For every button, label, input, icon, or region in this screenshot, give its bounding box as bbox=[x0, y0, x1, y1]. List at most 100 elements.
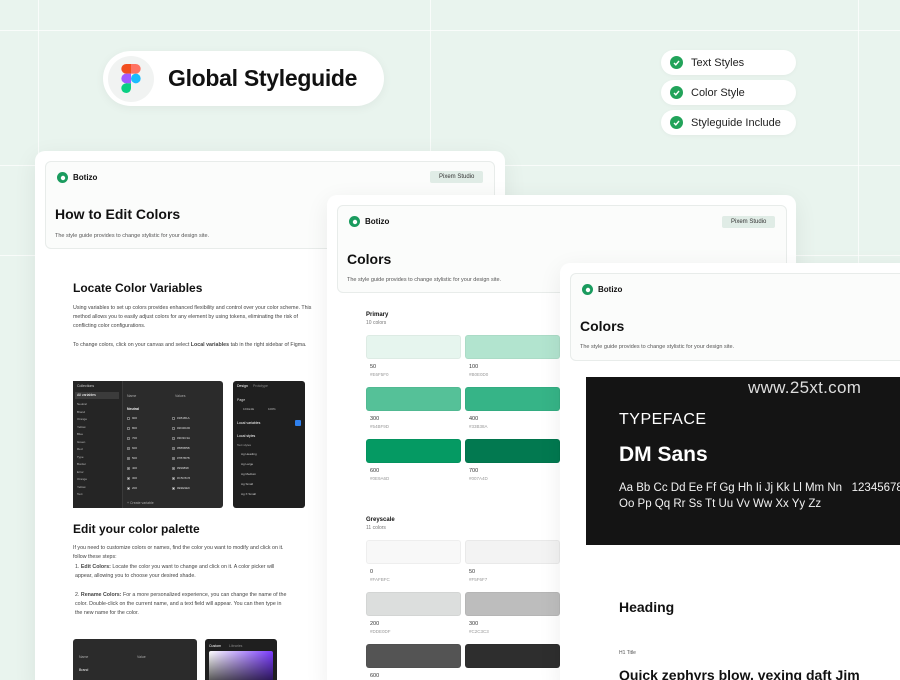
watermark: www.25xt.com bbox=[748, 378, 862, 397]
text-style-item: Ag Small bbox=[241, 482, 254, 486]
variable-row: 200 #E9E9E9 bbox=[127, 486, 217, 490]
brand-logo-icon bbox=[57, 172, 68, 183]
paragraph-locate: Using variables to set up colors provide… bbox=[73, 305, 312, 329]
color-swatch[interactable] bbox=[366, 439, 461, 463]
swatch-hex: #007A4D bbox=[469, 476, 488, 481]
brand-logo-icon bbox=[349, 216, 360, 227]
swatch-label: 700 bbox=[469, 468, 479, 474]
greyscale-count: 11 colors bbox=[366, 525, 386, 531]
color-swatch[interactable] bbox=[366, 592, 461, 616]
feature-label: Styleguide Include bbox=[691, 116, 781, 129]
swatch-label: 600 bbox=[370, 468, 380, 474]
swatch-label: 600 bbox=[370, 673, 380, 679]
feature-badge-styleguide-include: Styleguide Include bbox=[661, 110, 796, 135]
variables-collection-item: Orange bbox=[77, 417, 88, 421]
swatch-label: 400 bbox=[469, 416, 479, 422]
variables-collection-item: Text bbox=[77, 492, 83, 496]
brand-name: Botizo bbox=[73, 173, 98, 182]
section-title-edit-palette: Edit your color palette bbox=[73, 522, 200, 536]
swatch-label: 200 bbox=[370, 621, 380, 627]
card-subtitle: The style guide provides to change styli… bbox=[55, 233, 210, 239]
variable-row: 700 #3D3C3A bbox=[127, 436, 217, 440]
text-style-item: Ag X Small bbox=[241, 492, 256, 496]
variable-row: 300 #C5C5C5 bbox=[127, 476, 217, 480]
swatch-hex: #FAFBFC bbox=[370, 577, 390, 582]
swatch-label: 100 bbox=[469, 364, 479, 370]
swatch-hex: #F5F6F7 bbox=[469, 577, 488, 582]
primary-label: Primary bbox=[366, 312, 389, 318]
page-title: Global Styleguide bbox=[168, 65, 358, 91]
brand: Botizo bbox=[57, 172, 97, 183]
color-picker-screenshot: Custom Libraries bbox=[205, 639, 277, 680]
glyph-line-1: Aa Bb Cc Dd Ee Ff Gg Hh Ii Jj Kk Ll Mm N… bbox=[619, 482, 900, 494]
color-swatch[interactable] bbox=[465, 540, 560, 564]
paragraph-local-variables: To change colors, click on your canvas a… bbox=[73, 342, 307, 348]
sample-heading: Quick zephyrs blow, vexing daft Jim bbox=[619, 667, 860, 680]
brand: Botizo bbox=[582, 284, 622, 295]
color-swatch[interactable] bbox=[465, 644, 560, 668]
variables-screenshot: Collections All variables Neutral Brand Or… bbox=[73, 381, 223, 508]
color-swatch[interactable] bbox=[465, 592, 560, 616]
brand: Botizo bbox=[349, 216, 389, 227]
color-swatch[interactable] bbox=[366, 644, 461, 668]
swatch-label: 300 bbox=[469, 621, 479, 627]
h1-title-label: H1 Title bbox=[619, 650, 636, 656]
text-style-item: Ag Medium bbox=[241, 472, 257, 476]
feature-label: Color Style bbox=[691, 86, 745, 99]
brand-logo-icon bbox=[582, 284, 593, 295]
swatch-hex: #54BF9D bbox=[370, 424, 390, 429]
variable-row: 500 #7B7B7B bbox=[127, 456, 217, 460]
variables-collection-item: Border bbox=[77, 462, 87, 466]
paragraph-edit-intro: If you need to customize colors or names… bbox=[73, 545, 284, 560]
figma-logo-icon bbox=[108, 55, 154, 102]
feature-badge-color-style: Color Style bbox=[661, 80, 796, 105]
primary-count: 10 colors bbox=[366, 320, 387, 326]
color-swatch[interactable] bbox=[465, 439, 560, 463]
step-edit-colors: 1. Edit Colors: Locate the color you wan… bbox=[75, 564, 275, 579]
heading-label: Heading bbox=[619, 599, 675, 615]
swatch-label: 50 bbox=[370, 364, 377, 370]
variables-collection-item: Neutral bbox=[77, 402, 87, 406]
title-pill: Global Styleguide bbox=[103, 51, 384, 106]
swatch-hex: #B0E0D0 bbox=[469, 372, 489, 377]
typeface-panel: TYPEFACE DM Sans Aa Bb Cc Dd Ee Ff Gg Hh… bbox=[586, 377, 900, 545]
check-icon bbox=[670, 86, 683, 99]
brand-name: Botizo bbox=[598, 285, 623, 294]
feature-label: Text Styles bbox=[691, 56, 745, 69]
design-panel-screenshot: Design Prototype Page 1D1E1E 100% Local … bbox=[233, 381, 305, 508]
variables-collection-item: Green bbox=[77, 439, 86, 444]
variables-collection-item: Blue bbox=[77, 432, 84, 436]
variable-row: 400 #999898 bbox=[127, 466, 217, 470]
swatch-label: 50 bbox=[469, 569, 476, 575]
check-icon bbox=[670, 116, 683, 129]
rename-screenshot: Name Value Brand bbox=[73, 639, 197, 680]
variables-collection-item: Yellow bbox=[77, 424, 86, 429]
color-swatch[interactable] bbox=[366, 540, 461, 564]
swatch-hex: #C2C3C3 bbox=[469, 629, 489, 634]
studio-tag: Pixem Studio bbox=[430, 171, 484, 183]
variables-collection-item: Orange bbox=[77, 477, 88, 481]
variable-row: 800 #2D2D2D bbox=[127, 426, 217, 430]
variable-row: 900 #1B1B1A bbox=[127, 416, 217, 420]
text-style-item: Ag Heading bbox=[241, 452, 257, 456]
color-swatch[interactable] bbox=[366, 387, 461, 411]
color-swatch[interactable] bbox=[465, 387, 560, 411]
check-icon bbox=[670, 56, 683, 69]
studio-tag: Pixem Studio bbox=[722, 216, 776, 228]
typeface-label: TYPEFACE bbox=[619, 411, 707, 428]
variables-collection-item: Type bbox=[77, 454, 84, 459]
color-swatch[interactable] bbox=[465, 335, 560, 359]
font-name: DM Sans bbox=[619, 443, 708, 466]
swatch-hex: #33B38A bbox=[469, 424, 488, 429]
feature-badge-text-styles: Text Styles bbox=[661, 50, 796, 75]
swatch-hex: #E6F5F0 bbox=[370, 372, 389, 377]
variables-collection-item: Brand bbox=[77, 409, 86, 414]
swatch-label: 0 bbox=[370, 569, 374, 575]
brand-name: Botizo bbox=[365, 217, 390, 226]
card-title: Colors bbox=[347, 251, 392, 267]
variables-collection-item: Error bbox=[77, 469, 84, 474]
variables-collection-item: Yellow bbox=[77, 484, 86, 489]
swatch-hex: #0E9A6D bbox=[370, 476, 390, 481]
color-swatch[interactable] bbox=[366, 335, 461, 359]
variable-row: 600 #5B5B5B bbox=[127, 446, 217, 450]
